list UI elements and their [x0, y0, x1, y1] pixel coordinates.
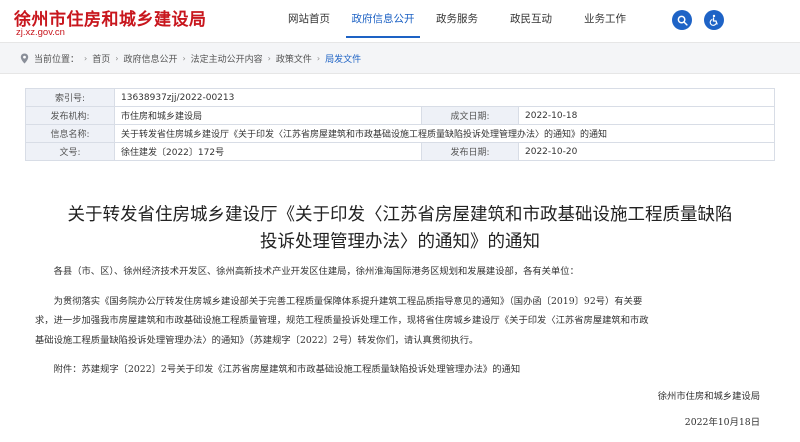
meta-row-publisher: 发布机构: 市住房和城乡建设局 成文日期: 2022-10-18 [25, 106, 775, 125]
info-name-value: 关于转发省住房城乡建设厅《关于印发〈江苏省房屋建筑和市政基础设施工程质量缺陷投诉… [114, 124, 775, 143]
info-name-label: 信息名称: [25, 124, 115, 143]
site-header: 徐州市住房和城乡建设局 zj.xz.gov.cn 网站首页 政府信息公开 政务服… [0, 0, 800, 42]
published-date-label: 发布日期: [421, 142, 519, 161]
index-value: 13638937zjj/2022-00213 [114, 88, 775, 107]
attachment-link[interactable]: 附件：苏建规字〔2022〕2号关于印发《江苏省房屋建筑和市政基础设施工程质量缺陷… [35, 360, 765, 380]
doc-no-label: 文号: [25, 142, 115, 161]
document-title-line-1: 关于转发省住房城乡建设厅《关于印发〈江苏省房屋建筑和市政基础设施工程质量缺陷 [67, 205, 733, 225]
nav-services[interactable]: 政务服务 [420, 0, 494, 38]
breadcrumb-separator-icon: › [84, 54, 88, 63]
document-body: 各县（市、区）、徐州经济技术开发区、徐州高新技术产业开发区住建局，徐州淮海国际港… [35, 262, 765, 380]
breadcrumb: 当前位置： › 首页 › 政府信息公开 › 法定主动公开内容 › 政策文件 › … [20, 52, 361, 65]
doc-no-value: 徐住建发〔2022〕172号 [114, 142, 422, 161]
index-label: 索引号: [25, 88, 115, 107]
breadcrumb-separator-icon: › [267, 54, 271, 63]
created-date-value: 2022-10-18 [518, 106, 775, 125]
breadcrumb-gov-info[interactable]: 政府信息公开 [123, 52, 177, 65]
salutation: 各县（市、区）、徐州经济技术开发区、徐州高新技术产业开发区住建局，徐州淮海国际港… [53, 266, 579, 277]
document-title-line-2: 投诉处理管理办法〉的通知》的通知 [260, 232, 540, 252]
nav-gov-info[interactable]: 政府信息公开 [346, 0, 420, 38]
publisher-label: 发布机构: [25, 106, 115, 125]
paragraph-1-line-2: 求，进一步加强我市房屋建筑和市政基础设施工程质量管理，规范工程质量投诉处理工作，… [35, 315, 649, 326]
breadcrumb-separator-icon: › [316, 54, 321, 63]
created-date-label: 成文日期: [421, 106, 519, 125]
breadcrumb-home[interactable]: 首页 [92, 52, 110, 65]
signature: 徐州市住房和城乡建设局 [657, 391, 760, 402]
location-icon [20, 53, 29, 64]
nav-home[interactable]: 网站首页 [272, 0, 346, 38]
document-title: 关于转发省住房城乡建设厅《关于印发〈江苏省房屋建筑和市政基础设施工程质量缺陷 投… [40, 202, 760, 256]
accessibility-icon[interactable] [704, 10, 724, 30]
meta-row-info-name: 信息名称: 关于转发省住房城乡建设厅《关于印发〈江苏省房屋建筑和市政基础设施工程… [25, 124, 775, 143]
breadcrumb-bureau-docs[interactable]: 局发文件 [325, 52, 361, 65]
signature-date: 2022年10月18日 [684, 417, 760, 428]
published-date-value: 2022-10-20 [518, 142, 775, 161]
paragraph-1-line-3: 基础设施工程质量缺陷投诉处理管理办法〉的通知》（苏建规字〔2022〕2号）转发你… [35, 334, 479, 346]
meta-row-doc-no: 文号: 徐住建发〔2022〕172号 发布日期: 2022-10-20 [25, 142, 775, 161]
site-domain: zj.xz.gov.cn [16, 27, 65, 38]
meta-row-index: 索引号: 13638937zjj/2022-00213 [25, 88, 775, 107]
main-nav: 网站首页 政府信息公开 政务服务 政民互动 业务工作 [272, 0, 642, 42]
breadcrumb-policy-docs[interactable]: 政策文件 [276, 52, 312, 65]
publisher-value: 市住房和城乡建设局 [114, 106, 422, 125]
breadcrumb-separator-icon: › [115, 54, 119, 63]
breadcrumb-bar: 当前位置： › 首页 › 政府信息公开 › 法定主动公开内容 › 政策文件 › … [0, 42, 800, 74]
nav-business[interactable]: 业务工作 [568, 0, 642, 38]
breadcrumb-legal-content[interactable]: 法定主动公开内容 [191, 52, 263, 65]
breadcrumb-prefix: 当前位置： [34, 55, 80, 65]
search-icon[interactable] [672, 10, 692, 30]
nav-interaction[interactable]: 政民互动 [494, 0, 568, 38]
paragraph-1-line-1: 为贯彻落实《国务院办公厅转发住房城乡建设部关于完善工程质量保障体系提升建筑工程品… [53, 295, 643, 307]
document-meta-table: 索引号: 13638937zjj/2022-00213 发布机构: 市住房和城乡… [25, 88, 775, 161]
breadcrumb-separator-icon: › [182, 54, 186, 63]
